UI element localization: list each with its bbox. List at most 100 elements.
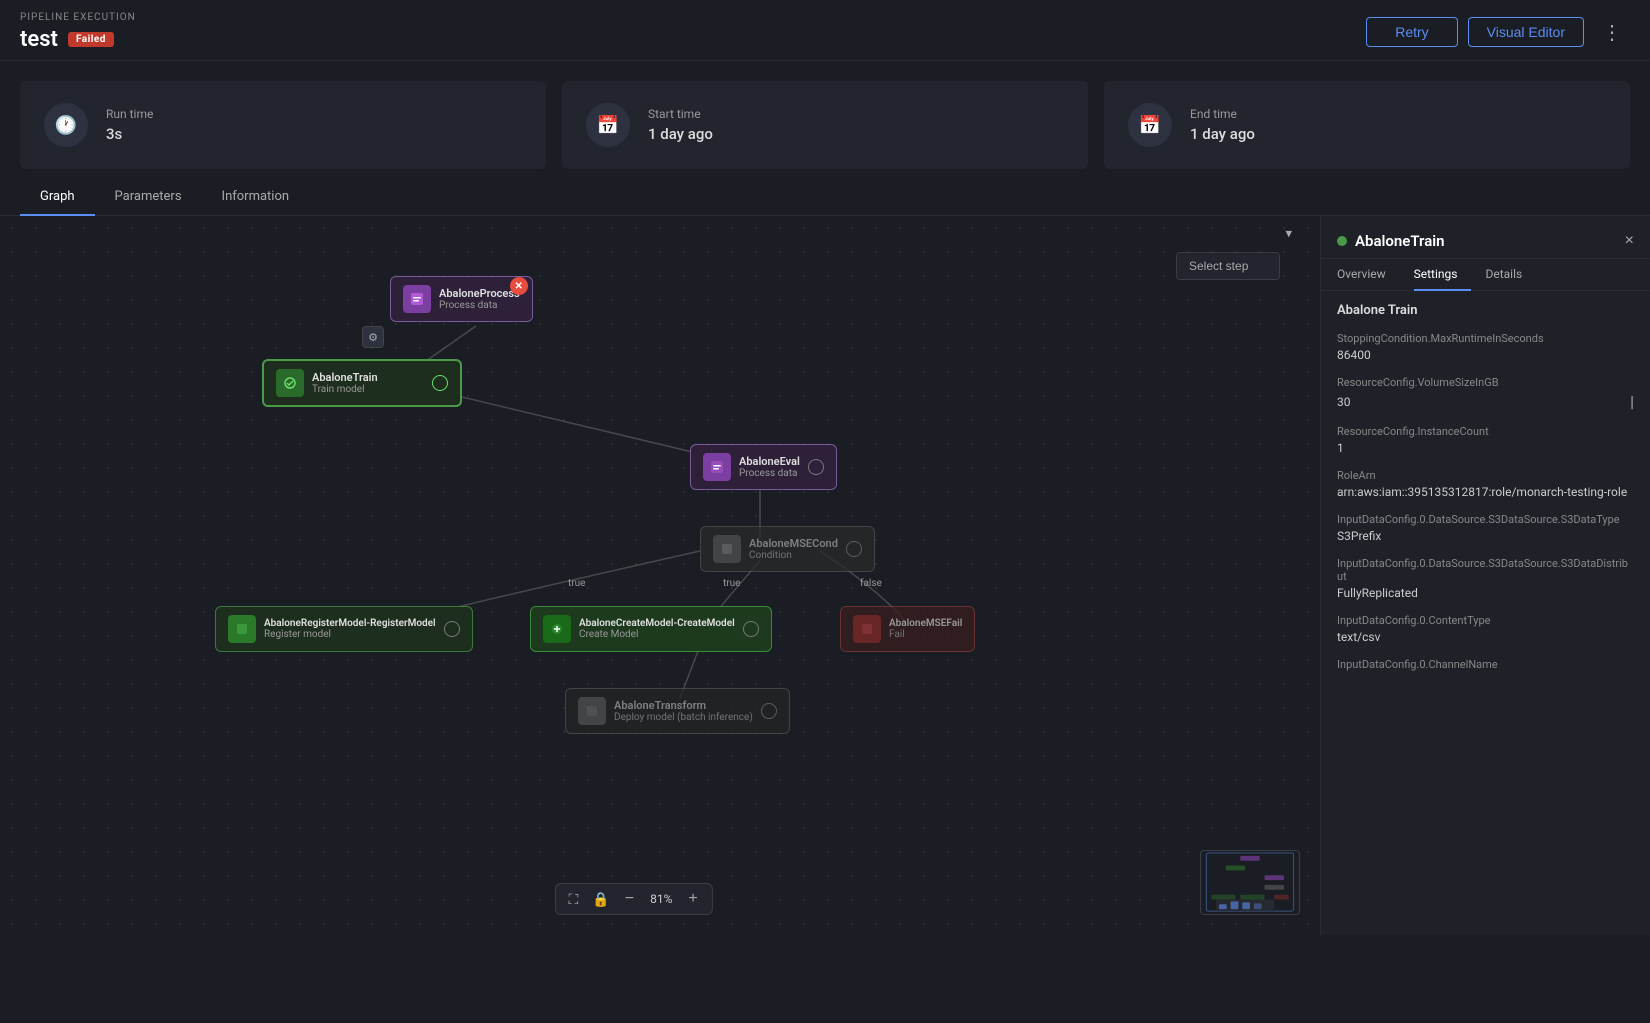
status-badge: Failed [68, 32, 114, 47]
node-sub-transform: Deploy model (batch inference) [614, 712, 753, 723]
header-left: PIPELINE EXECUTION test Failed [20, 12, 136, 52]
panel-status-dot [1337, 236, 1347, 246]
node-icon-process [403, 285, 431, 313]
tab-graph[interactable]: Graph [20, 179, 95, 216]
calendar-start-icon: 📅 [586, 103, 630, 147]
value-data-source-type: S3Prefix [1337, 529, 1634, 543]
main-content: ⚙ AbaloneProcess Process data ✕ AbaloneT… [0, 216, 1650, 935]
panel-title: AbaloneTrain [1337, 232, 1445, 250]
node-icon-transform [578, 697, 606, 725]
select-step-dropdown[interactable]: Select step [1176, 252, 1280, 280]
value-instance-count: 1 [1337, 441, 1634, 455]
tab-information[interactable]: Information [202, 179, 310, 216]
zoom-controls: ⛶ 🔒 − 81% + [554, 883, 712, 915]
start-time-label: Start time [648, 107, 713, 121]
mini-map [1200, 850, 1300, 915]
node-abalone-mse-cond[interactable]: AbaloneMSECond Condition [700, 526, 875, 572]
right-panel: AbaloneTrain × Overview Settings Details… [1320, 216, 1650, 935]
tabs-bar: Graph Parameters Information [0, 179, 1650, 216]
edge-label-true-1: true [568, 578, 585, 589]
node-abalone-eval[interactable]: AbaloneEval Process data [690, 444, 837, 490]
graph-canvas[interactable]: ⚙ AbaloneProcess Process data ✕ AbaloneT… [0, 216, 1320, 935]
end-time-value: 1 day ago [1190, 125, 1255, 143]
node-sub-create: Create Model [579, 629, 735, 640]
field-data-distribution: InputDataConfig.0.DataSource.S3DataSourc… [1337, 557, 1634, 600]
stat-card-end-time: 📅 End time 1 day ago [1104, 81, 1630, 169]
lock-button[interactable]: 🔒 [587, 889, 614, 910]
settings-gear-icon[interactable]: ⚙ [362, 326, 384, 348]
panel-tab-details[interactable]: Details [1485, 259, 1536, 291]
stats-row: 🕐 Run time 3s 📅 Start time 1 day ago 📅 E… [0, 61, 1650, 179]
node-status-mse-cond [846, 541, 862, 557]
panel-section-title: Abalone Train [1337, 303, 1634, 322]
field-content-type: InputDataConfig.0.ContentType text/csv [1337, 614, 1634, 644]
node-status-train [432, 375, 448, 391]
edge-label-false: false [860, 578, 882, 589]
value-content-type: text/csv [1337, 630, 1634, 644]
more-options-button[interactable]: ⋮ [1594, 16, 1630, 49]
pipeline-label: PIPELINE EXECUTION [20, 12, 136, 23]
run-time-value: 3s [106, 125, 153, 143]
field-data-source-type: InputDataConfig.0.DataSource.S3DataSourc… [1337, 513, 1634, 543]
value-volume-size: 30 | [1337, 392, 1634, 411]
header: PIPELINE EXECUTION test Failed Retry Vis… [0, 0, 1650, 61]
node-sub-fail: Fail [889, 629, 962, 640]
label-data-source-type: InputDataConfig.0.DataSource.S3DataSourc… [1337, 513, 1634, 526]
node-register-model[interactable]: AbaloneRegisterModel-RegisterModel Regis… [215, 606, 473, 652]
panel-close-button[interactable]: × [1625, 232, 1634, 250]
panel-title-text: AbaloneTrain [1355, 232, 1445, 250]
stat-card-run-time: 🕐 Run time 3s [20, 81, 546, 169]
panel-header: AbaloneTrain × [1321, 216, 1650, 259]
node-name-process: AbaloneProcess [439, 287, 520, 300]
node-status-create [743, 621, 759, 637]
node-name-eval: AbaloneEval [739, 455, 800, 468]
zoom-out-button[interactable]: − [619, 888, 640, 910]
tab-parameters[interactable]: Parameters [95, 179, 202, 216]
node-name-mse-cond: AbaloneMSECond [749, 537, 838, 550]
fit-view-button[interactable]: ⛶ [563, 889, 583, 910]
panel-tab-settings[interactable]: Settings [1414, 259, 1472, 291]
node-name-create: AbaloneCreateModel-CreateModel [579, 618, 735, 629]
field-volume-size: ResourceConfig.VolumeSizeInGB 30 | [1337, 376, 1634, 411]
value-stopping-condition: 86400 [1337, 348, 1634, 362]
label-content-type: InputDataConfig.0.ContentType [1337, 614, 1634, 627]
field-channel-name: InputDataConfig.0.ChannelName [1337, 658, 1634, 671]
node-icon-fail [853, 615, 881, 643]
node-status-register [444, 621, 460, 637]
node-abalone-train[interactable]: AbaloneTrain Train model [262, 359, 462, 407]
panel-tabs: Overview Settings Details [1321, 259, 1650, 291]
zoom-value: 81% [644, 892, 678, 906]
node-sub-mse-cond: Condition [749, 550, 838, 561]
node-icon-train [276, 369, 304, 397]
panel-content[interactable]: Abalone Train StoppingCondition.MaxRunti… [1321, 291, 1650, 935]
node-icon-register [228, 615, 256, 643]
cursor-icon: | [1630, 392, 1634, 411]
node-mse-fail[interactable]: AbaloneMSEFail Fail [840, 606, 975, 652]
retry-button[interactable]: Retry [1366, 17, 1457, 47]
node-sub-register: Register model [264, 629, 436, 640]
pipeline-title: test Failed [20, 27, 136, 52]
node-name-train: AbaloneTrain [312, 371, 378, 384]
header-right: Retry Visual Editor ⋮ [1366, 16, 1630, 49]
calendar-end-icon: 📅 [1128, 103, 1172, 147]
field-instance-count: ResourceConfig.InstanceCount 1 [1337, 425, 1634, 455]
value-data-distribution: FullyReplicated [1337, 586, 1634, 600]
label-instance-count: ResourceConfig.InstanceCount [1337, 425, 1634, 438]
node-name-register: AbaloneRegisterModel-RegisterModel [264, 618, 436, 629]
node-name-fail: AbaloneMSEFail [889, 618, 962, 629]
graph-dots-background [0, 216, 1320, 935]
zoom-in-button[interactable]: + [682, 888, 703, 910]
value-role-arn: arn:aws:iam::395135312817:role/monarch-t… [1337, 485, 1634, 499]
node-abalone-process[interactable]: AbaloneProcess Process data ✕ [390, 276, 533, 322]
node-abalone-transform[interactable]: AbaloneTransform Deploy model (batch inf… [565, 688, 790, 734]
node-status-eval [808, 459, 824, 475]
node-icon-mse-cond [713, 535, 741, 563]
visual-editor-button[interactable]: Visual Editor [1468, 17, 1584, 47]
field-role-arn: RoleArn arn:aws:iam::395135312817:role/m… [1337, 469, 1634, 499]
node-name-transform: AbaloneTransform [614, 699, 753, 712]
node-create-model[interactable]: AbaloneCreateModel-CreateModel Create Mo… [530, 606, 772, 652]
start-time-value: 1 day ago [648, 125, 713, 143]
stat-card-start-time: 📅 Start time 1 day ago [562, 81, 1088, 169]
node-icon-create [543, 615, 571, 643]
panel-tab-overview[interactable]: Overview [1337, 259, 1400, 291]
